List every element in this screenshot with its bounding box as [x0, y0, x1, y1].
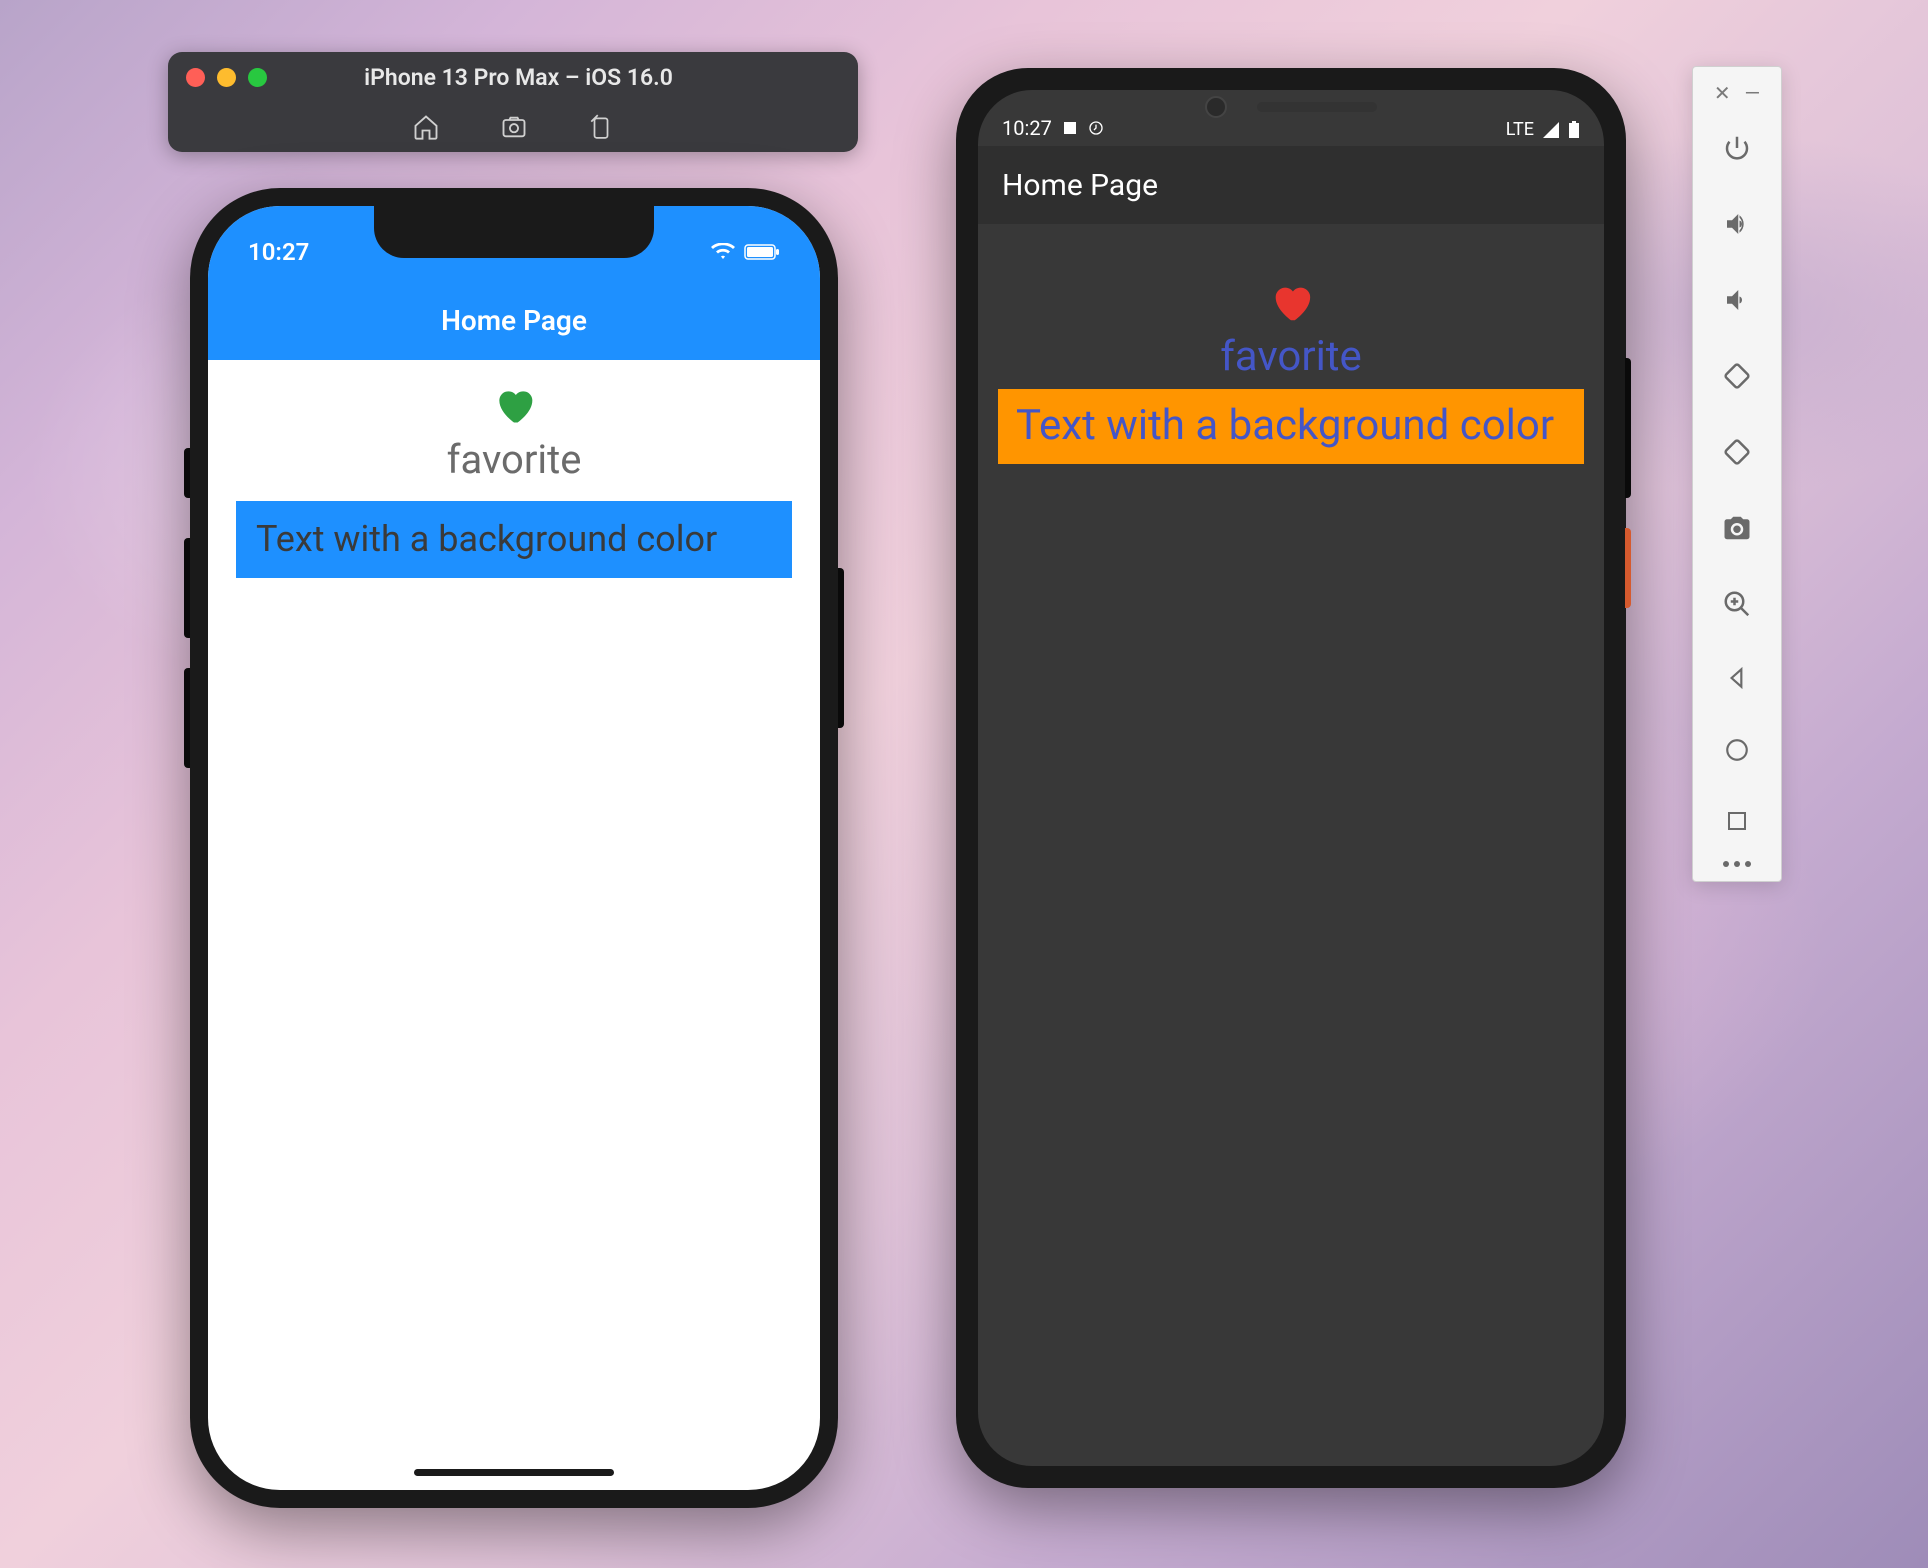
- ios-simulator-window-chrome: iPhone 13 Pro Max – iOS 16.0: [168, 52, 858, 152]
- overview-icon[interactable]: [1725, 809, 1749, 833]
- iphone-notch: [374, 206, 654, 258]
- battery-icon: [744, 243, 780, 261]
- android-navigation-bar: [978, 1406, 1604, 1466]
- android-speaker: [1257, 102, 1377, 112]
- back-icon[interactable]: [1724, 665, 1750, 691]
- heart-icon: [1268, 280, 1314, 330]
- iphone-home-indicator[interactable]: [414, 1469, 614, 1476]
- window-close-button[interactable]: [186, 68, 205, 87]
- android-content-area: favorite Text with a background color: [978, 224, 1604, 484]
- signal-icon: [1542, 121, 1560, 139]
- home-icon[interactable]: [1724, 737, 1750, 763]
- ios-nav-bar: Home Page: [208, 280, 820, 360]
- ios-content-area: favorite Text with a background color: [208, 360, 820, 602]
- page-title: Home Page: [1002, 168, 1158, 203]
- rotate-icon[interactable]: [588, 114, 614, 140]
- background-text-box: Text with a background color: [236, 501, 792, 578]
- android-app-bar: Home Page: [978, 146, 1604, 224]
- ios-clock: 10:27: [248, 238, 309, 266]
- iphone-volume-up[interactable]: [184, 538, 190, 638]
- android-power-button[interactable]: [1625, 528, 1631, 608]
- rotate-left-icon[interactable]: [1722, 361, 1752, 391]
- more-icon[interactable]: [1693, 847, 1781, 867]
- android-device-frame: 10:27 LTE Home Page favorite Text with a…: [956, 68, 1626, 1488]
- android-clock: 10:27: [1002, 116, 1052, 140]
- iphone-power-button[interactable]: [838, 568, 844, 728]
- power-icon[interactable]: [1722, 133, 1752, 163]
- favorite-label: favorite: [1220, 332, 1362, 381]
- page-title: Home Page: [441, 304, 587, 337]
- ios-simulator-title: iPhone 13 Pro Max – iOS 16.0: [267, 64, 770, 91]
- android-volume-button[interactable]: [1625, 358, 1631, 498]
- minimize-icon[interactable]: —: [1744, 81, 1760, 105]
- battery-icon: [1568, 121, 1580, 139]
- iphone-screen: 10:27 Home Page favorite Text with a bac…: [208, 206, 820, 1490]
- android-sensors: [1205, 96, 1377, 118]
- android-emulator-toolbar: ✕ —: [1692, 66, 1782, 882]
- screenshot-icon[interactable]: [500, 113, 528, 141]
- notification-icon: [1088, 120, 1104, 136]
- background-text-box: Text with a background color: [998, 389, 1584, 464]
- iphone-mute-switch[interactable]: [184, 448, 190, 498]
- window-maximize-button[interactable]: [248, 68, 267, 87]
- network-label: LTE: [1506, 119, 1534, 140]
- ios-status-icons: [710, 243, 780, 261]
- zoom-in-icon[interactable]: [1722, 589, 1752, 619]
- home-icon[interactable]: [412, 113, 440, 141]
- volume-up-icon[interactable]: [1722, 209, 1752, 239]
- iphone-device-frame: 10:27 Home Page favorite Text with a bac…: [190, 188, 838, 1508]
- favorite-label: favorite: [447, 436, 582, 483]
- android-screen: 10:27 LTE Home Page favorite Text with a…: [978, 90, 1604, 1466]
- close-icon[interactable]: ✕: [1714, 81, 1731, 105]
- volume-down-icon[interactable]: [1722, 285, 1752, 315]
- heart-icon: [492, 384, 536, 432]
- camera-icon[interactable]: [1722, 513, 1752, 543]
- window-minimize-button[interactable]: [217, 68, 236, 87]
- rotate-right-icon[interactable]: [1722, 437, 1752, 467]
- debug-icon: [1062, 120, 1078, 136]
- wifi-icon: [710, 243, 736, 261]
- iphone-volume-down[interactable]: [184, 668, 190, 768]
- android-front-camera: [1205, 96, 1227, 118]
